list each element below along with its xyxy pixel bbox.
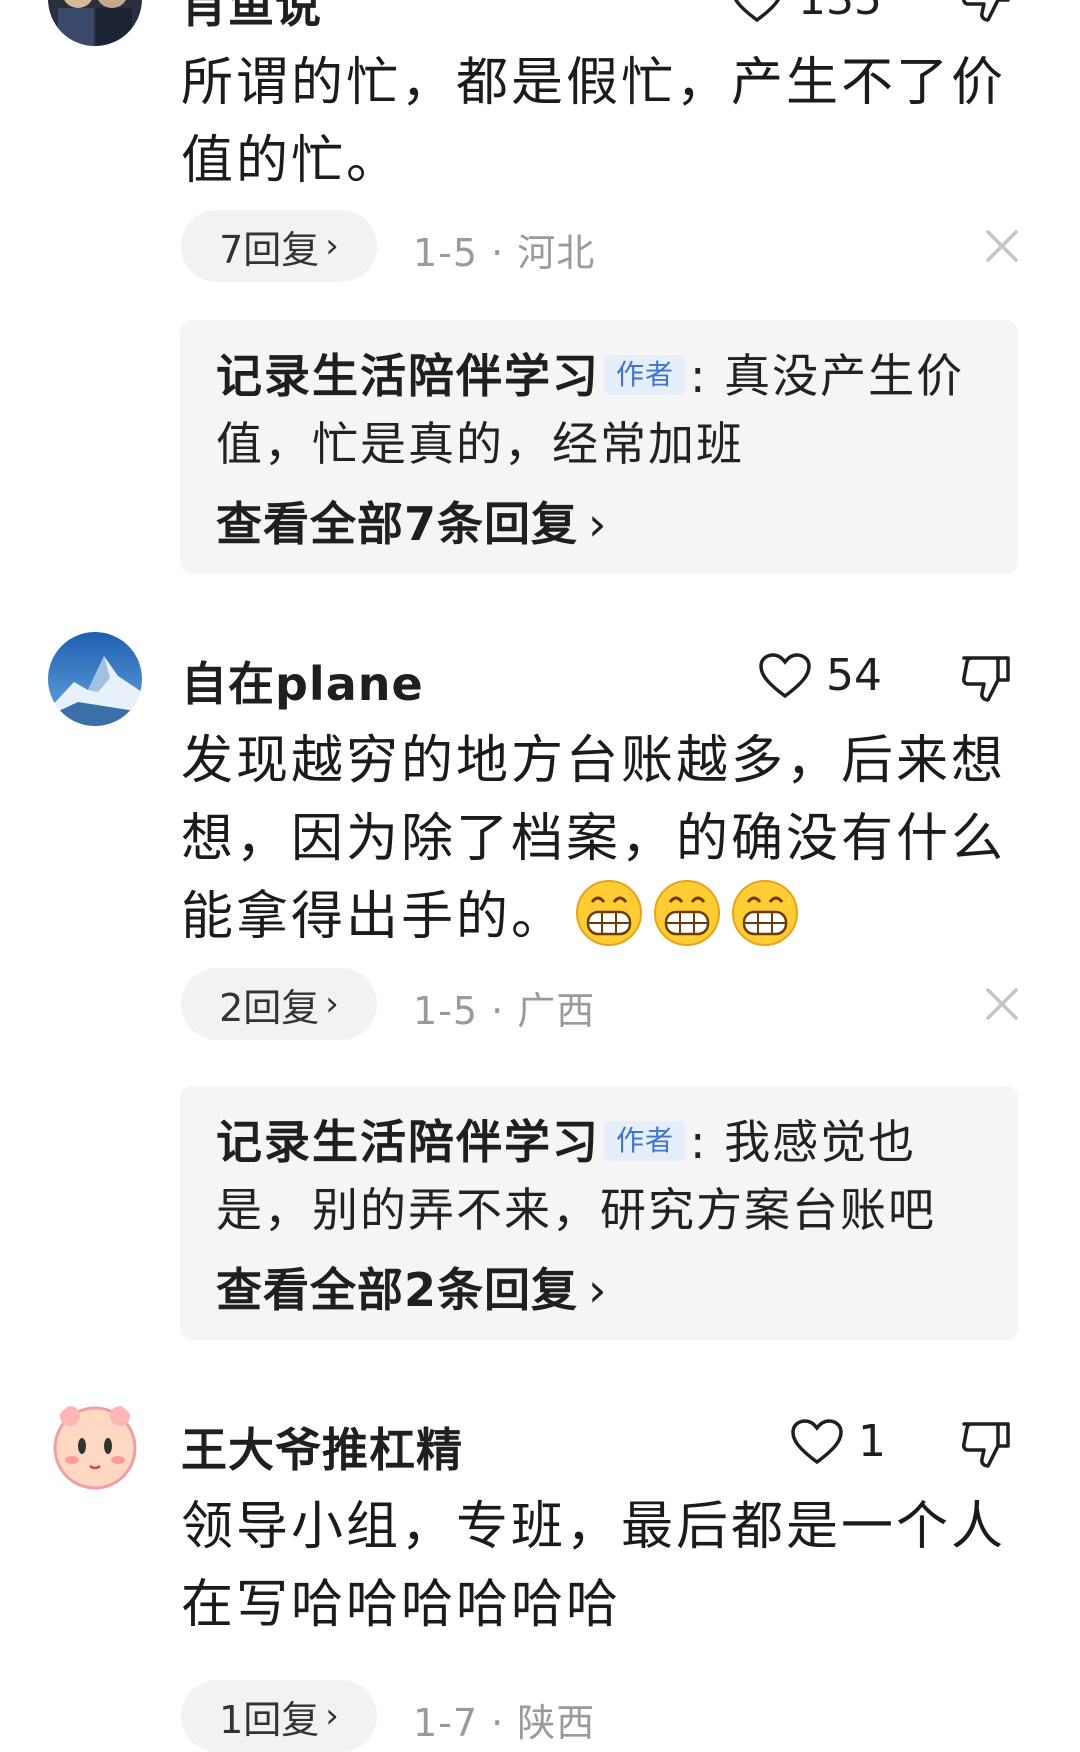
- view-all-label: 查看全部2条回复: [216, 1263, 579, 1317]
- view-all-label: 查看全部7条回复: [216, 497, 579, 551]
- like-count: 54: [826, 650, 882, 701]
- date-location: 1-5 · 河北: [413, 231, 596, 275]
- sub-reply-box[interactable]: 记录生活陪伴学习 作者: 真没产生价值，忙是真的，经常加班 查看全部7条回复 ›: [180, 320, 1018, 574]
- like-button[interactable]: 1: [790, 1416, 886, 1467]
- dislike-button[interactable]: [958, 1416, 1014, 1472]
- comment-text: 所谓的忙，都是假忙，产生不了价值的忙。: [181, 53, 1007, 191]
- chevron-right-icon: ›: [588, 1263, 608, 1317]
- avatar[interactable]: [48, 632, 142, 726]
- chevron-right-icon: ›: [325, 984, 339, 1024]
- reply-count-button[interactable]: 2回复 ›: [181, 968, 377, 1040]
- dislike-button[interactable]: [958, 0, 1014, 26]
- close-icon[interactable]: [980, 982, 1024, 1026]
- grin-emoji-icon: [730, 878, 800, 948]
- like-count: 1: [858, 1416, 886, 1467]
- sub-reply-author[interactable]: 记录生活陪伴学习: [216, 349, 600, 403]
- close-icon[interactable]: [980, 224, 1024, 268]
- chevron-right-icon: ›: [325, 1696, 339, 1736]
- comment-text: 发现越穷的地方台账越多，后来想想，因为除了档案，的确没有什么能拿得出手的。: [181, 722, 1011, 956]
- like-button[interactable]: 135: [730, 0, 882, 25]
- heart-outline-icon: [734, 0, 780, 22]
- reply-count-button[interactable]: 7回复 ›: [181, 210, 377, 282]
- chevron-right-icon: ›: [325, 226, 339, 266]
- reply-count-label: 1回复: [219, 1697, 320, 1742]
- thumbs-down-icon: [962, 0, 1010, 22]
- like-count: 135: [798, 0, 882, 25]
- comment-meta: 2回复 › 1-5 · 广西: [181, 968, 1031, 1040]
- sub-reply-author[interactable]: 记录生活陪伴学习: [216, 1115, 600, 1169]
- heart-outline-icon: [759, 652, 811, 698]
- chevron-right-icon: ›: [588, 497, 608, 551]
- heart-outline-icon: [791, 1418, 843, 1464]
- reply-count-button[interactable]: 1回复 ›: [181, 1680, 377, 1752]
- date-location: 1-7 · 陕西: [413, 1701, 596, 1745]
- comment-meta: 7回复 › 1-5 · 河北: [181, 210, 1031, 282]
- sub-reply-text: 记录生活陪伴学习 作者: 真没产生价值，忙是真的，经常加班: [216, 342, 996, 478]
- avatar[interactable]: [48, 1398, 142, 1492]
- thumbs-down-icon: [962, 1422, 1010, 1468]
- grin-emoji-icon: [574, 878, 644, 948]
- reply-count-label: 2回复: [219, 985, 320, 1030]
- author-badge: 作者: [604, 1121, 687, 1161]
- sub-reply-text: 记录生活陪伴学习 作者: 我感觉也是，别的弄不来，研究方案台账吧: [216, 1108, 996, 1244]
- username[interactable]: 肖鱼说: [181, 0, 322, 36]
- comment-meta: 1回复 › 1-7 · 陕西: [181, 1680, 1031, 1752]
- view-all-replies-link[interactable]: 查看全部7条回复 ›: [216, 488, 607, 554]
- author-badge: 作者: [604, 355, 687, 395]
- avatar[interactable]: [48, 0, 142, 46]
- view-all-replies-link[interactable]: 查看全部2条回复 ›: [216, 1254, 607, 1320]
- comment-text: 领导小组，专班，最后都是一个人在写哈哈哈哈哈哈: [181, 1497, 1007, 1635]
- thumbs-down-icon: [962, 656, 1010, 702]
- date-location: 1-5 · 广西: [413, 989, 596, 1033]
- username[interactable]: 王大爷推杠精: [181, 1414, 463, 1480]
- dislike-button[interactable]: [958, 650, 1014, 706]
- username[interactable]: 自在plane: [181, 648, 424, 714]
- like-button[interactable]: 54: [758, 650, 882, 701]
- reply-count-label: 7回复: [219, 227, 320, 272]
- grin-emoji-icon: [652, 878, 722, 948]
- sub-reply-box[interactable]: 记录生活陪伴学习 作者: 我感觉也是，别的弄不来，研究方案台账吧 查看全部2条回复…: [180, 1086, 1018, 1340]
